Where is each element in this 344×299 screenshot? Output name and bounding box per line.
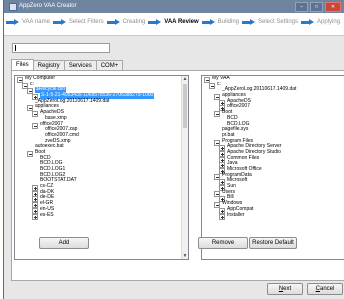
minimize-button[interactable]: – — [295, 2, 308, 12]
wizard-step-select-filters: Select Filters — [68, 19, 104, 25]
wizard-step-vaa-name: VAA name — [22, 19, 50, 25]
vaa-tree-rows: My VAA c: _AppZeroLog.20110617.1409.dat app… — [202, 76, 344, 220]
cancel-label-rest: ancel — [320, 286, 335, 292]
tree-node[interactable]: es-ES — [15, 211, 188, 220]
source-file-tree[interactable]: My Computer c: $Recycle.Bin S-1-5-21-405343… — [14, 75, 189, 260]
expand-icon[interactable] — [219, 213, 225, 220]
scrollbar-thumb[interactable] — [183, 84, 187, 128]
wizard-step-applying: Applying — [317, 19, 341, 25]
files-tab-panel: My Computer c: $Recycle.Bin S-1-5-21-405343… — [11, 70, 344, 281]
tree-node-label: es-ES — [40, 211, 54, 218]
app-icon — [9, 3, 17, 11]
arrow-right-icon — [301, 19, 315, 25]
cancel-button[interactable]: Cancel — [307, 283, 343, 295]
arrow-right-icon — [148, 19, 162, 25]
arrow-right-icon — [52, 19, 66, 25]
remove-button[interactable]: Remove — [198, 237, 248, 249]
scroll-up-icon[interactable]: ▲ — [182, 76, 188, 82]
restore-default-button[interactable]: Restore Default — [249, 237, 297, 249]
tree-node-label: Installer — [227, 211, 245, 218]
wizard-step-creating: Creating — [122, 19, 146, 25]
arrow-right-icon — [242, 19, 255, 25]
expand-icon[interactable] — [32, 213, 38, 220]
wizard-step-building: Building — [217, 19, 239, 25]
path-input[interactable] — [12, 43, 110, 53]
arrow-right-icon — [6, 19, 19, 25]
scroll-down-icon[interactable]: ▼ — [182, 253, 188, 259]
arrow-right-icon — [106, 19, 120, 25]
wizard-step-vaa-review: VAA Review — [164, 19, 199, 25]
wizard-steps: VAA name Select Filters Creating VAA Review… — [6, 19, 340, 25]
add-button[interactable]: Add — [39, 237, 89, 249]
next-button[interactable]: Next — [267, 283, 303, 295]
maximize-button[interactable]: □ — [310, 2, 323, 12]
window-title: AppZero VAA Creator — [19, 3, 77, 9]
text-cursor — [15, 45, 16, 51]
app-window: AppZero VAA Creator – □ ✕ VAA name Select… — [3, 0, 344, 299]
tree-node[interactable]: Installer — [202, 211, 344, 220]
title-bar[interactable]: AppZero VAA Creator – □ ✕ — [4, 0, 344, 13]
window-controls: – □ ✕ — [295, 2, 341, 12]
source-tree-rows: My Computer c: $Recycle.Bin S-1-5-21-405343… — [15, 76, 188, 220]
next-label-rest: ext — [283, 286, 292, 292]
close-button[interactable]: ✕ — [325, 2, 341, 12]
source-tree-scrollbar[interactable]: ▲ ▼ — [181, 76, 188, 259]
arrow-right-icon — [201, 19, 215, 25]
vaa-file-tree[interactable]: My VAA c: _AppZeroLog.20110617.1409.dat app… — [201, 75, 344, 260]
wizard-step-bar: VAA name Select Filters Creating VAA Review… — [4, 13, 344, 36]
wizard-step-select-settings: Select Settings — [258, 19, 299, 25]
